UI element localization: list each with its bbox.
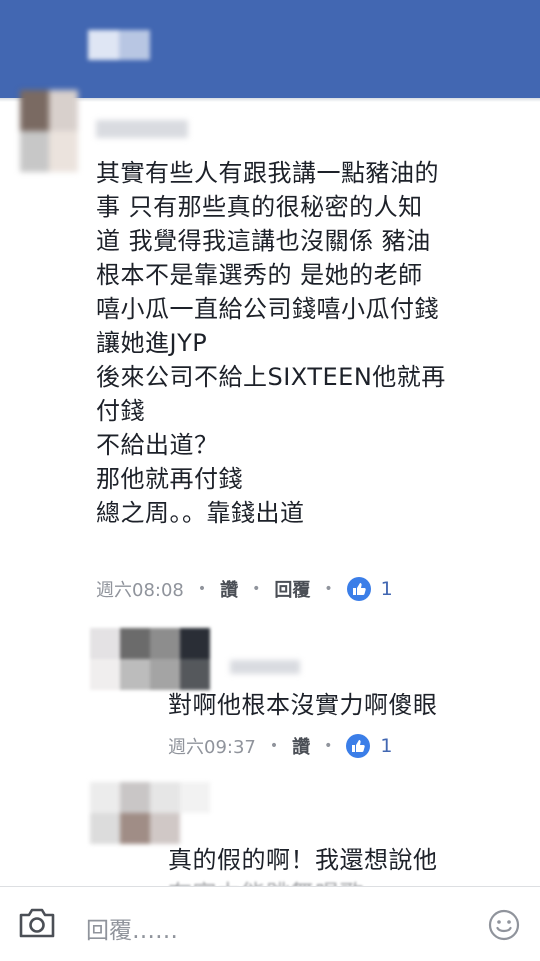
reply-time: 週六09:37: [168, 737, 256, 758]
separator: •: [269, 738, 279, 754]
smiley-icon[interactable]: [488, 909, 520, 945]
blurred-header-title: [88, 30, 150, 60]
like-button[interactable]: 讚: [220, 576, 238, 602]
like-count[interactable]: 1: [381, 578, 393, 600]
thumbs-up-icon[interactable]: [346, 577, 371, 601]
reply-like-count[interactable]: 1: [380, 735, 392, 757]
reply-composer: 回覆……: [0, 886, 540, 961]
camera-icon[interactable]: [18, 907, 56, 943]
separator: •: [324, 581, 333, 597]
reply-avatar[interactable]: [90, 628, 210, 690]
thumbs-up-icon[interactable]: [346, 734, 371, 758]
reply-button[interactable]: 回覆: [274, 576, 310, 602]
comment-body: 其實有些人有跟我講一點豬油的 事 只有那些真的很秘密的人知 道 我覺得我這講也沒…: [96, 159, 446, 527]
separator: •: [252, 581, 261, 597]
reply-body: 真的假的啊！我還想說他: [168, 846, 438, 874]
commenter-name-blurred[interactable]: [96, 120, 188, 138]
comment-meta: 週六08:08 • 讚 • 回覆 • 1: [96, 574, 393, 604]
reply-body: 對啊他根本沒實力啊傻眼: [168, 691, 438, 719]
reply-meta: 週六09:37 • 讚 • 1: [168, 731, 393, 761]
reply-avatar[interactable]: [90, 782, 210, 844]
commenter-avatar[interactable]: [20, 90, 78, 172]
separator: •: [324, 738, 333, 754]
reply-input[interactable]: 回覆……: [86, 911, 178, 945]
top-app-bar: [0, 0, 540, 98]
separator: •: [197, 581, 207, 597]
reply-like-button[interactable]: 讚: [292, 733, 310, 759]
header-shadow: [0, 98, 540, 102]
reply-commenter-name-blurred[interactable]: [230, 660, 300, 674]
comment-time: 週六08:08: [96, 580, 184, 601]
